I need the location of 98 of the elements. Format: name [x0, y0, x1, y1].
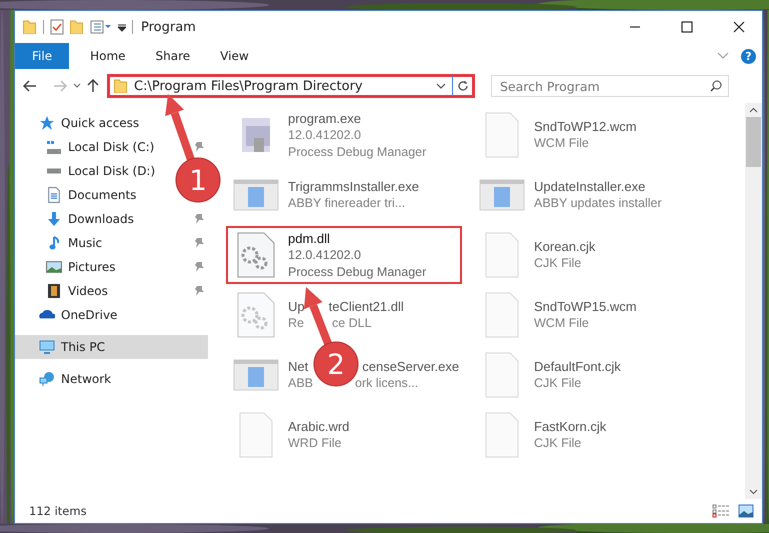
- ribbon-tab[interactable]: Home: [77, 43, 139, 69]
- details-view-icon[interactable]: [712, 504, 730, 518]
- application-icon: [241, 118, 271, 152]
- properties-icon[interactable]: [50, 19, 64, 35]
- window-icon: [479, 179, 525, 211]
- refresh-icon[interactable]: [457, 80, 469, 92]
- file-name: UpdateInstaller.exe: [534, 178, 646, 195]
- window-title: Program: [141, 20, 196, 34]
- recent-chevron-icon[interactable]: [73, 83, 81, 89]
- maximize-icon: [681, 21, 693, 33]
- file-details: 12.0.41202.0: [288, 246, 361, 264]
- address-bar[interactable]: C:\Program Files\Program Directory: [107, 74, 475, 98]
- list-view-icon[interactable]: [90, 20, 112, 34]
- download-icon: [48, 212, 60, 226]
- file-name: Net: [288, 358, 308, 375]
- cloud-icon: [39, 310, 55, 320]
- drive-icon: [46, 168, 62, 174]
- file-name: TrigrammsInstaller.exe: [288, 178, 419, 195]
- picture-icon: [46, 261, 62, 273]
- sidebar-item[interactable]: Local Disk (C:): [15, 135, 208, 159]
- file-name: teClient21.dll: [328, 298, 404, 315]
- folder-icon: [114, 79, 128, 93]
- sidebar-item[interactable]: Quick access: [15, 111, 142, 135]
- folder-icon: [23, 20, 37, 34]
- thumbnails-view-icon[interactable]: [738, 504, 754, 518]
- music-note-icon: [49, 236, 59, 250]
- window-icon: [233, 359, 279, 391]
- file-details: ABBY finereader tri...: [288, 195, 406, 212]
- item-count: 112 items: [29, 504, 88, 518]
- expand-ribbon-icon[interactable]: [717, 52, 729, 60]
- up-arrow-icon[interactable]: [87, 79, 99, 93]
- sidebar-item[interactable]: This PC: [15, 335, 208, 359]
- file-name: SndToWP15.wcm: [534, 298, 637, 315]
- sidebar-item[interactable]: Music: [15, 231, 208, 255]
- search-icon[interactable]: [710, 80, 722, 92]
- sidebar-item[interactable]: OneDrive: [15, 303, 120, 327]
- document-icon: [48, 187, 60, 203]
- ribbon-tab[interactable]: Share: [142, 43, 204, 69]
- monitor-icon: [39, 339, 55, 355]
- file-details: ABBY updates installer: [534, 195, 662, 212]
- film-icon: [48, 284, 60, 298]
- file-name: SndToWP12.wcm: [534, 118, 637, 135]
- window-icon: [233, 179, 279, 211]
- file-details: Re: [288, 315, 304, 332]
- sidebar-item[interactable]: Downloads: [15, 207, 208, 231]
- file-details: CJK File: [534, 435, 582, 452]
- customize-toolbar-icon[interactable]: [118, 22, 126, 32]
- file-name: Korean.cjk: [534, 238, 596, 255]
- pin-icon[interactable]: [194, 285, 204, 297]
- document-icon: [485, 352, 519, 398]
- search-field[interactable]: Search Program: [491, 75, 729, 97]
- file-details: ABB: [288, 375, 314, 392]
- file-name: Arabic.wrd: [288, 418, 350, 435]
- file-details: CJK File: [534, 375, 582, 392]
- sidebar-item[interactable]: Pictures: [15, 255, 208, 279]
- dropdown-chevron-icon[interactable]: [436, 82, 446, 90]
- file-name: pdm.dll: [288, 230, 330, 246]
- file-details: WRD File: [288, 435, 342, 452]
- help-icon[interactable]: ?: [741, 48, 756, 64]
- ribbon-tab[interactable]: File: [15, 43, 70, 69]
- sidebar-item[interactable]: Documents: [15, 183, 138, 207]
- scrollbar-thumb[interactable]: [746, 117, 761, 167]
- pin-icon[interactable]: [194, 261, 204, 273]
- file-name: program.exe: [288, 110, 361, 126]
- step-badge: 1: [176, 158, 220, 202]
- file-details: Process Debug Manager: [288, 144, 426, 160]
- file-details: WCM File: [534, 135, 589, 152]
- network-icon: [39, 371, 55, 387]
- ribbon-tab[interactable]: View: [207, 43, 262, 69]
- star-icon: [39, 115, 55, 131]
- close-icon: [733, 21, 745, 33]
- sidebar-item[interactable]: Network: [15, 367, 114, 391]
- file-details: CJK File: [534, 255, 582, 272]
- gears-document-icon: [237, 232, 275, 278]
- sidebar-item[interactable]: Videos: [15, 279, 208, 303]
- file-item[interactable]: pdm.dll 12.0.41202.0 Process Debug Manager: [226, 226, 462, 284]
- back-arrow-icon[interactable]: [23, 80, 37, 92]
- file-name: Up: [288, 298, 305, 315]
- sidebar-item[interactable]: Local Disk (D:): [15, 159, 158, 183]
- document-icon: [485, 412, 519, 458]
- document-icon: [485, 112, 519, 158]
- file-details: WCM File: [534, 315, 589, 332]
- gears-document-icon: [237, 292, 275, 338]
- scrollbar[interactable]: [745, 103, 762, 499]
- new-folder-icon: [70, 20, 84, 34]
- drive-icon: [46, 140, 62, 154]
- pin-icon[interactable]: [194, 141, 204, 153]
- pin-icon[interactable]: [194, 237, 204, 249]
- file-name: FastKorn.cjk: [534, 418, 606, 435]
- file-name: DefaultFont.cjk: [534, 358, 621, 375]
- file-details: Process Debug Manager: [288, 264, 426, 280]
- file-details: 12.0.41202.0: [288, 126, 361, 144]
- document-icon: [239, 412, 273, 458]
- file-details: ce DLL: [332, 315, 372, 332]
- pin-icon[interactable]: [194, 213, 204, 225]
- document-icon: [485, 292, 519, 338]
- file-name: censeServer.exe: [362, 358, 460, 375]
- document-icon: [485, 232, 519, 278]
